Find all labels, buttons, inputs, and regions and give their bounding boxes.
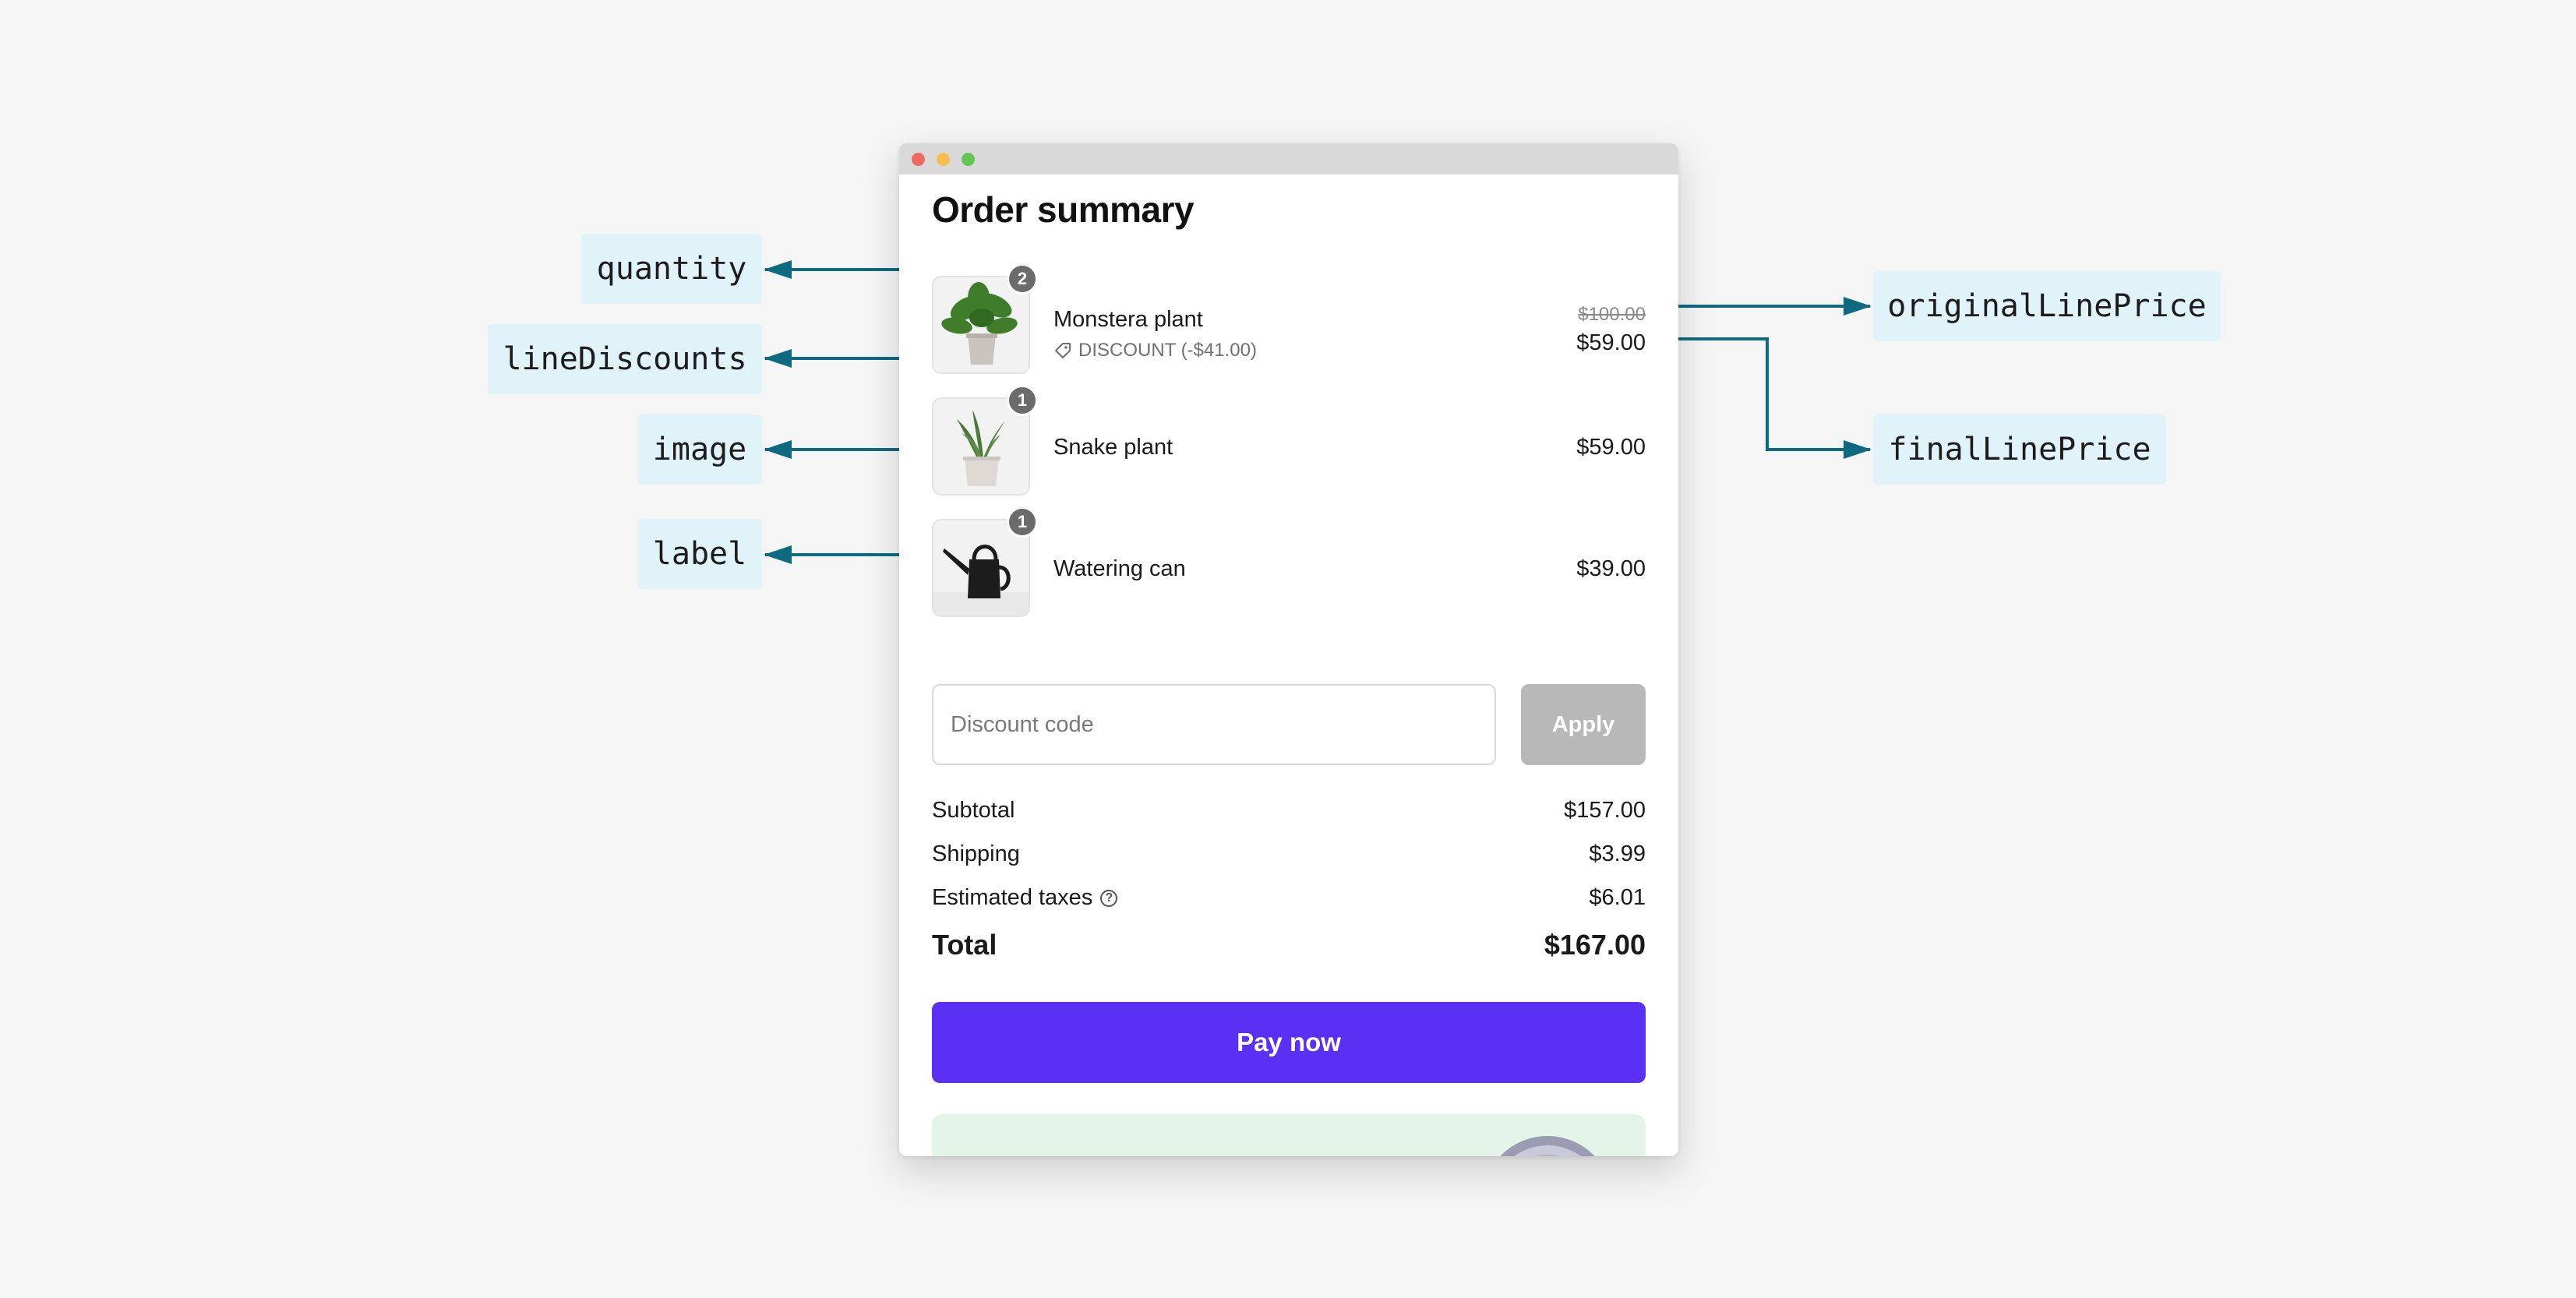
total-row: Total $167.00 bbox=[932, 929, 1646, 961]
item-label: Monstera plant bbox=[1053, 307, 1203, 332]
taxes-row: Estimated taxes? $6.01 bbox=[932, 885, 1646, 911]
apply-discount-button[interactable]: Apply bbox=[1521, 684, 1646, 765]
shipping-row: Shipping $3.99 bbox=[932, 841, 1646, 867]
snake-plant-image: 1 bbox=[932, 385, 1038, 496]
taxes-value: $6.01 bbox=[1589, 885, 1646, 910]
tag-icon bbox=[1055, 343, 1071, 358]
window-titlebar bbox=[899, 143, 1678, 175]
subtotal-row: Subtotal $157.00 bbox=[932, 798, 1646, 824]
final-line-price: $59.00 bbox=[1576, 435, 1646, 460]
callout-line-discounts: lineDiscounts bbox=[488, 324, 762, 394]
callout-image: image bbox=[637, 414, 762, 485]
discount-code-input[interactable]: Discount code bbox=[932, 684, 1496, 765]
callout-label: label bbox=[637, 519, 762, 589]
quantity-badge: 1 bbox=[1007, 385, 1038, 416]
callout-original-line-price: originalLinePrice bbox=[1873, 271, 2221, 341]
minimize-window-dot[interactable] bbox=[937, 153, 950, 166]
watering-can-image: 1 bbox=[932, 506, 1038, 617]
quantity-badge: 1 bbox=[1007, 506, 1038, 538]
original-line-price: $100.00 bbox=[1578, 304, 1646, 325]
line-item: 2 Monstera plant DISCOUNT (-$41.00) $100… bbox=[932, 263, 1646, 376]
subtotal-value: $157.00 bbox=[1564, 798, 1646, 823]
help-icon[interactable]: ? bbox=[1100, 890, 1118, 908]
taxes-label: Estimated taxes bbox=[932, 885, 1093, 910]
page-title: Order summary bbox=[932, 189, 1194, 230]
item-label: Watering can bbox=[1053, 556, 1186, 581]
line-item: 1 Watering can $39.00 bbox=[932, 506, 1646, 619]
callout-final-line-price: finalLinePrice bbox=[1873, 414, 2166, 485]
monstera-plant-image: 2 bbox=[932, 263, 1038, 374]
discount-label: DISCOUNT (-$41.00) bbox=[1078, 340, 1257, 361]
diagram-canvas: quantity lineDiscounts image label origi… bbox=[0, 0, 2576, 1298]
shop-coin-icon bbox=[1500, 1136, 1595, 1156]
final-line-price: $59.00 bbox=[1576, 330, 1646, 355]
line-discount: DISCOUNT (-$41.00) bbox=[1053, 340, 1257, 362]
shipping-value: $3.99 bbox=[1589, 841, 1646, 866]
pay-now-button[interactable]: Pay now bbox=[932, 1002, 1646, 1083]
arrow-final-line-price bbox=[1658, 337, 1872, 459]
final-line-price: $39.00 bbox=[1576, 556, 1646, 581]
quantity-badge: 2 bbox=[1007, 263, 1038, 295]
shop-cash-banner: You’re earning 1% Shop Cash by using bbox=[932, 1114, 1646, 1156]
callout-quantity: quantity bbox=[581, 234, 762, 304]
total-value: $167.00 bbox=[1544, 929, 1646, 961]
item-label: Snake plant bbox=[1053, 435, 1173, 460]
checkout-window: Order summary 2 Monstera plant DISCOUNT … bbox=[899, 143, 1678, 1156]
subtotal-label: Subtotal bbox=[932, 798, 1015, 823]
shop-cash-text: You’re earning 1% Shop Cash by using bbox=[965, 1150, 1401, 1156]
maximize-window-dot[interactable] bbox=[962, 153, 975, 166]
close-window-dot[interactable] bbox=[912, 153, 925, 166]
line-item: 1 Snake plant $59.00 bbox=[932, 385, 1646, 497]
total-label: Total bbox=[932, 929, 997, 961]
shipping-label: Shipping bbox=[932, 841, 1020, 866]
